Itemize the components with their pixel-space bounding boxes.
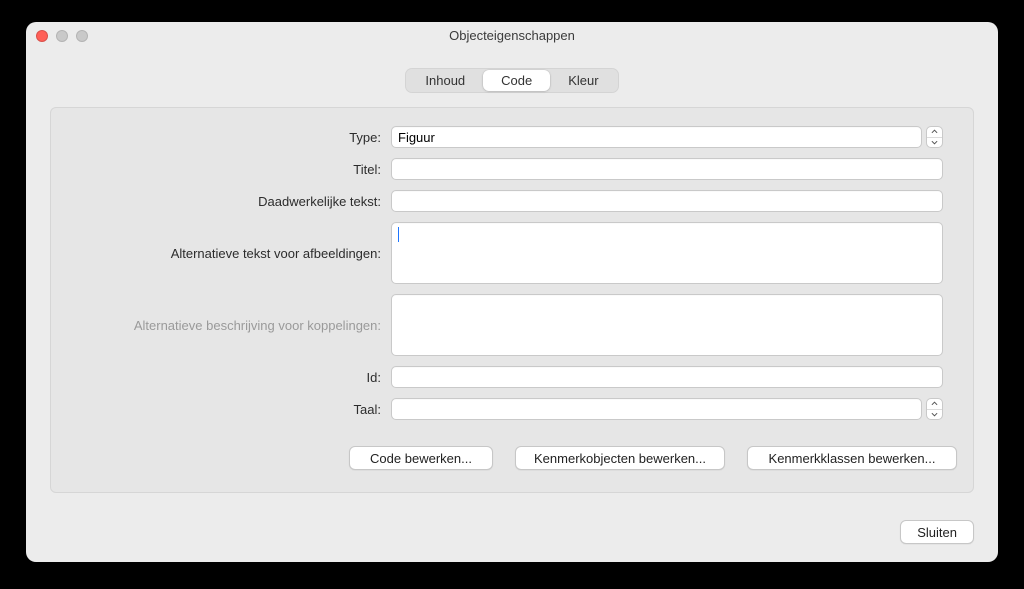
segmented-control: Inhoud Code Kleur xyxy=(405,68,618,93)
titlebar: Objecteigenschappen xyxy=(26,22,998,50)
row-alt-links: Alternatieve beschrijving voor koppeling… xyxy=(81,294,943,356)
window-traffic-lights xyxy=(36,30,88,42)
row-id: Id: xyxy=(81,366,943,388)
type-field[interactable] xyxy=(391,126,922,148)
label-type: Type: xyxy=(81,130,381,145)
row-title: Titel: xyxy=(81,158,943,180)
tab-kleur[interactable]: Kleur xyxy=(550,70,616,91)
label-alt-images: Alternatieve tekst voor afbeeldingen: xyxy=(81,222,381,261)
type-stepper[interactable] xyxy=(926,126,943,148)
id-field[interactable] xyxy=(391,366,943,388)
label-lang: Taal: xyxy=(81,402,381,417)
chevron-up-icon xyxy=(927,127,942,138)
tab-code[interactable]: Code xyxy=(483,70,550,91)
close-window-button[interactable] xyxy=(36,30,48,42)
dialog-window: Objecteigenschappen Inhoud Code Kleur Ty… xyxy=(26,22,998,562)
edit-code-button[interactable]: Code bewerken... xyxy=(349,446,493,470)
label-title: Titel: xyxy=(81,162,381,177)
lang-stepper[interactable] xyxy=(926,398,943,420)
title-field[interactable] xyxy=(391,158,943,180)
edit-attr-classes-button[interactable]: Kenmerkklassen bewerken... xyxy=(747,446,957,470)
chevron-up-icon xyxy=(927,399,942,410)
tab-bar: Inhoud Code Kleur xyxy=(26,50,998,93)
zoom-window-button[interactable] xyxy=(76,30,88,42)
label-actual-text: Daadwerkelijke tekst: xyxy=(81,194,381,209)
lang-field[interactable] xyxy=(391,398,922,420)
action-button-row: Code bewerken... Kenmerkobjecten bewerke… xyxy=(81,446,943,470)
label-alt-links: Alternatieve beschrijving voor koppeling… xyxy=(81,294,381,333)
row-type: Type: xyxy=(81,126,943,148)
chevron-down-icon xyxy=(927,138,942,148)
dialog-footer: Sluiten xyxy=(900,520,974,544)
chevron-down-icon xyxy=(927,410,942,420)
minimize-window-button[interactable] xyxy=(56,30,68,42)
text-caret xyxy=(398,227,399,242)
window-title: Objecteigenschappen xyxy=(449,28,575,43)
edit-attr-objects-button[interactable]: Kenmerkobjecten bewerken... xyxy=(515,446,725,470)
label-id: Id: xyxy=(81,370,381,385)
form-panel: Type: Titel: Daadwerkelijke tekst: Alter xyxy=(50,107,974,493)
tab-inhoud[interactable]: Inhoud xyxy=(407,70,483,91)
row-lang: Taal: xyxy=(81,398,943,420)
alt-images-textarea[interactable] xyxy=(391,222,943,284)
row-actual-text: Daadwerkelijke tekst: xyxy=(81,190,943,212)
close-button[interactable]: Sluiten xyxy=(900,520,974,544)
alt-links-textarea xyxy=(391,294,943,356)
actual-text-field[interactable] xyxy=(391,190,943,212)
row-alt-images: Alternatieve tekst voor afbeeldingen: xyxy=(81,222,943,284)
